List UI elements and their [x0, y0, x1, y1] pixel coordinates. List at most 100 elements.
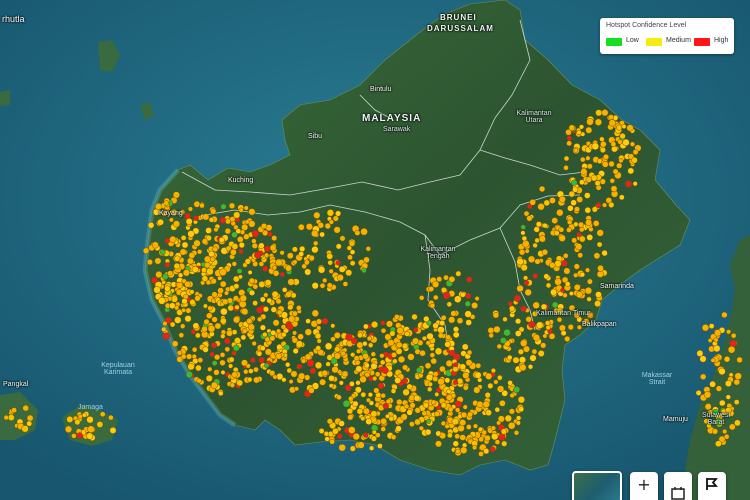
hotspot-marker[interactable] [195, 332, 201, 339]
hotspot-marker[interactable] [231, 243, 239, 250]
date-button[interactable] [664, 472, 692, 500]
hotspot-marker[interactable] [238, 248, 244, 254]
hotspot-marker[interactable] [466, 349, 473, 356]
hotspot-marker[interactable] [158, 297, 166, 305]
hotspot-marker[interactable] [193, 215, 199, 221]
hotspot-marker[interactable] [295, 340, 304, 348]
hotspot-marker[interactable] [476, 400, 484, 408]
hotspot-marker[interactable] [178, 332, 185, 338]
hotspot-marker[interactable] [592, 220, 600, 227]
hotspot-marker[interactable] [142, 247, 150, 255]
hotspot-marker[interactable] [180, 235, 187, 241]
hotspot-marker[interactable] [192, 322, 200, 330]
hotspot-marker[interactable] [512, 356, 520, 364]
hotspot-marker[interactable] [332, 427, 339, 435]
hotspot-marker[interactable] [207, 366, 213, 372]
hotspot-marker[interactable] [339, 235, 346, 242]
hotspot-marker[interactable] [612, 168, 619, 175]
hotspot-marker[interactable] [213, 227, 219, 233]
hotspot-marker[interactable] [309, 367, 317, 375]
hotspot-marker[interactable] [445, 359, 453, 367]
hotspot-marker[interactable] [109, 426, 117, 434]
hotspot-marker[interactable] [185, 371, 193, 379]
hotspot-marker[interactable] [406, 409, 413, 416]
hotspot-marker[interactable] [507, 380, 513, 386]
hotspot-marker[interactable] [323, 431, 330, 437]
hotspot-marker[interactable] [151, 241, 159, 249]
hotspot-marker[interactable] [541, 249, 549, 256]
hotspot-marker[interactable] [459, 434, 466, 441]
hotspot-marker[interactable] [270, 329, 277, 336]
hotspot-marker[interactable] [736, 356, 743, 364]
hotspot-marker[interactable] [413, 394, 421, 402]
hotspot-marker[interactable] [402, 388, 410, 396]
hotspot-marker[interactable] [500, 337, 507, 344]
hotspot-marker[interactable] [734, 372, 742, 380]
hotspot-marker[interactable] [494, 406, 501, 413]
hotspot-marker[interactable] [258, 242, 265, 249]
hotspot-marker[interactable] [596, 241, 603, 248]
hotspot-marker[interactable] [292, 259, 298, 265]
hotspot-marker[interactable] [365, 246, 371, 252]
hotspot-marker[interactable] [219, 216, 226, 224]
hotspot-marker[interactable] [455, 448, 461, 455]
hotspot-marker[interactable] [513, 430, 520, 436]
hotspot-marker[interactable] [595, 109, 603, 117]
hotspot-marker[interactable] [401, 342, 409, 350]
hotspot-marker[interactable] [602, 202, 608, 208]
hotspot-marker[interactable] [715, 440, 722, 448]
hotspot-marker[interactable] [314, 332, 322, 340]
hotspot-marker[interactable] [599, 178, 606, 185]
hotspot-marker[interactable] [523, 345, 530, 353]
hotspot-marker[interactable] [538, 185, 546, 193]
hotspot-marker[interactable] [709, 380, 716, 388]
hotspot-marker[interactable] [465, 359, 473, 367]
hotspot-marker[interactable] [586, 163, 593, 170]
hotspot-marker[interactable] [186, 353, 193, 360]
hotspot-marker[interactable] [537, 203, 545, 211]
hotspot-marker[interactable] [618, 194, 625, 201]
hotspot-marker[interactable] [524, 248, 530, 254]
hotspot-marker[interactable] [452, 366, 459, 373]
hotspot-marker[interactable] [256, 306, 264, 314]
hotspot-marker[interactable] [489, 446, 496, 453]
hotspot-marker[interactable] [446, 301, 453, 308]
hotspot-marker[interactable] [594, 118, 603, 126]
hotspot-marker[interactable] [214, 354, 221, 361]
hotspot-marker[interactable] [179, 248, 187, 256]
hotspot-marker[interactable] [203, 255, 212, 263]
hotspot-marker[interactable] [593, 252, 601, 260]
hotspot-marker[interactable] [286, 252, 294, 260]
hotspot-marker[interactable] [524, 288, 532, 297]
hotspot-marker[interactable] [610, 185, 618, 193]
hotspot-marker[interactable] [429, 302, 436, 309]
hotspot-marker[interactable] [427, 386, 433, 392]
hotspot-marker[interactable] [564, 335, 571, 342]
hotspot-marker[interactable] [585, 126, 593, 134]
hotspot-marker[interactable] [406, 383, 413, 390]
hotspot-marker[interactable] [608, 119, 616, 127]
hotspot-marker[interactable] [610, 141, 617, 148]
hotspot-marker[interactable] [517, 348, 524, 355]
hotspot-marker[interactable] [599, 146, 606, 154]
hotspot-marker[interactable] [513, 386, 521, 393]
hotspot-marker[interactable] [520, 305, 527, 312]
hotspot-marker[interactable] [382, 402, 389, 410]
hotspot-marker[interactable] [548, 332, 556, 340]
hotspot-marker[interactable] [251, 229, 260, 238]
hotspot-marker[interactable] [594, 300, 602, 308]
hotspot-marker[interactable] [177, 272, 184, 278]
hotspot-marker[interactable] [233, 211, 241, 219]
hotspot-marker[interactable] [347, 414, 354, 421]
hotspot-marker[interactable] [576, 324, 582, 330]
hotspot-marker[interactable] [96, 421, 104, 428]
hotspot-marker[interactable] [579, 226, 585, 233]
hotspot-marker[interactable] [397, 355, 406, 364]
hotspot-marker[interactable] [414, 407, 421, 414]
hotspot-marker[interactable] [579, 271, 586, 278]
hotspot-marker[interactable] [459, 419, 467, 427]
hotspot-marker[interactable] [3, 414, 9, 421]
hotspot-marker[interactable] [416, 367, 423, 374]
hotspot-marker[interactable] [331, 365, 339, 374]
hotspot-marker[interactable] [226, 329, 233, 337]
